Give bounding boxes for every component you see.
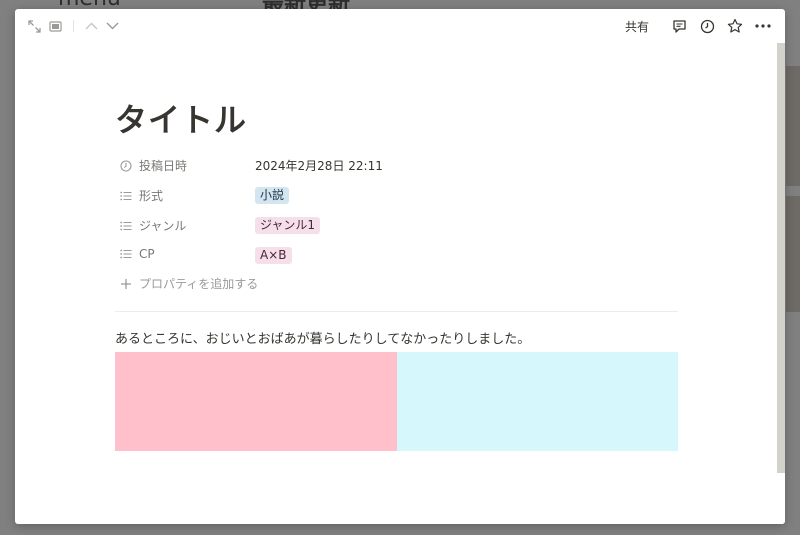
add-property-label: プロパティを追加する xyxy=(139,277,259,291)
scrollbar-thumb[interactable] xyxy=(777,43,785,473)
list-icon xyxy=(119,219,133,233)
modal-topbar: 共有 xyxy=(15,9,785,43)
toolbar-divider xyxy=(73,20,74,32)
more-icon[interactable] xyxy=(753,16,773,36)
expand-icon[interactable] xyxy=(25,18,43,34)
page-modal: 共有 タイトル 投稿日時 2024年2月28日 22:11 形式 小説 ジャンル… xyxy=(15,9,785,524)
property-label: ジャンル xyxy=(139,219,187,233)
star-icon[interactable] xyxy=(725,16,745,36)
property-row-date[interactable]: 投稿日時 2024年2月28日 22:11 xyxy=(115,150,678,180)
property-label: 形式 xyxy=(139,189,164,203)
plus-icon xyxy=(119,277,133,291)
tag-cp[interactable]: A×B xyxy=(255,247,292,264)
property-value[interactable]: 小説 xyxy=(255,187,290,204)
property-label: CP xyxy=(139,247,155,261)
tag-format[interactable]: 小説 xyxy=(255,187,290,204)
property-value[interactable]: ジャンル1 xyxy=(255,217,321,234)
property-row-format[interactable]: 形式 小説 xyxy=(115,180,678,210)
property-value[interactable]: A×B xyxy=(255,247,292,264)
properties-divider xyxy=(115,311,678,312)
property-name[interactable]: 形式 xyxy=(119,187,163,204)
chevron-down-icon[interactable] xyxy=(103,18,121,34)
property-row-genre[interactable]: ジャンル ジャンル1 xyxy=(115,210,678,240)
background-thumbnail xyxy=(786,196,800,312)
page-title[interactable]: タイトル xyxy=(115,95,247,141)
share-button[interactable]: 共有 xyxy=(625,18,649,35)
property-name[interactable]: ジャンル xyxy=(119,217,186,234)
cyan-block[interactable] xyxy=(397,352,678,451)
tag-genre[interactable]: ジャンル1 xyxy=(255,217,321,234)
properties-list: 投稿日時 2024年2月28日 22:11 形式 小説 ジャンル ジャンル1 C… xyxy=(115,150,678,291)
chevron-up-icon[interactable] xyxy=(82,18,100,34)
property-row-cp[interactable]: CP A×B xyxy=(115,240,678,270)
clock-icon[interactable] xyxy=(697,16,717,36)
list-icon xyxy=(119,189,133,203)
add-property-button[interactable]: プロパティを追加する xyxy=(119,275,258,292)
body-paragraph[interactable]: あるところに、おじいとおばあが暮らしたりしてなかったりしました。 xyxy=(115,328,530,347)
side-peek-icon[interactable] xyxy=(46,18,64,34)
property-name[interactable]: 投稿日時 xyxy=(119,157,187,174)
color-blocks xyxy=(115,352,678,451)
clock-icon xyxy=(119,159,133,173)
comment-icon[interactable] xyxy=(669,16,689,36)
property-name[interactable]: CP xyxy=(119,247,155,261)
property-value[interactable]: 2024年2月28日 22:11 xyxy=(255,157,383,174)
property-label: 投稿日時 xyxy=(139,159,188,173)
background-thumbnail xyxy=(786,66,800,186)
list-icon xyxy=(119,247,133,261)
pink-block[interactable] xyxy=(115,352,397,451)
